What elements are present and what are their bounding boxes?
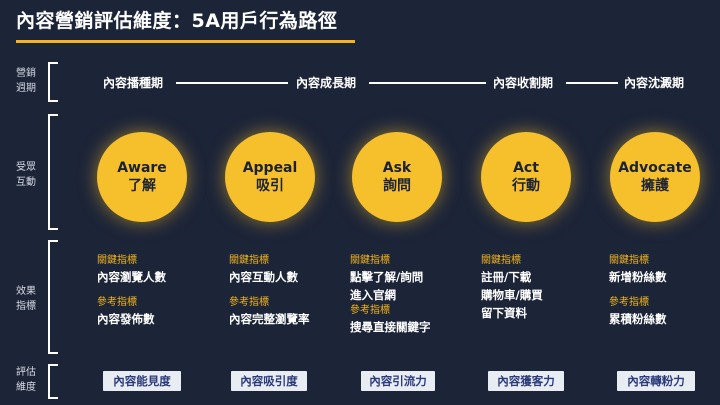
key-metric-item: 留下資料	[481, 306, 527, 320]
metrics-aware: 關鍵指標 內容瀏覽人數 參考指標 內容發佈數	[97, 254, 215, 328]
circle-en-label: Aware	[117, 160, 167, 176]
stage-connector-3	[566, 82, 618, 84]
metrics-ask: 關鍵指標 點擊了解/詢問 進入官網 參考指標 搜尋直接關鍵字	[350, 254, 468, 336]
stage-retention: 內容沈澱期	[624, 76, 685, 90]
stage-circle-appeal: Appeal 吸引	[225, 132, 315, 222]
key-metric-label: 關鍵指標	[97, 255, 137, 266]
ref-metric-item: 內容發佈數	[97, 312, 155, 326]
ref-metric-label: 參考指標	[609, 297, 649, 308]
eval-visibility: 內容能見度	[103, 371, 181, 391]
key-metric-item: 購物車/購買	[481, 288, 543, 302]
row-label-interaction-line1: 受眾	[16, 162, 36, 173]
bracket-interaction	[48, 114, 58, 230]
bracket-cycle	[48, 62, 58, 102]
key-metric-label: 關鍵指標	[350, 255, 390, 266]
circle-zh-label: 擁護	[641, 178, 669, 194]
stage-connector-1	[176, 82, 288, 84]
ref-metric-item: 累積粉絲數	[609, 312, 667, 326]
circle-zh-label: 詢問	[383, 178, 411, 194]
eval-conversion: 內容轉粉力	[617, 371, 695, 391]
row-label-interaction: 受眾 互動	[8, 160, 44, 190]
eval-acquisition: 內容獲客力	[488, 371, 564, 391]
stage-circle-aware: Aware 了解	[97, 132, 187, 222]
stage-seeding: 內容播種期	[103, 76, 164, 90]
ref-metric-label: 參考指標	[350, 305, 390, 316]
stage-circle-ask: Ask 詢問	[352, 132, 442, 222]
circle-en-label: Advocate	[618, 160, 692, 176]
metrics-act: 關鍵指標 註冊/下載 購物車/購買 留下資料	[481, 254, 599, 322]
key-metric-item: 註冊/下載	[481, 270, 532, 284]
key-metric-item: 進入官網	[350, 288, 396, 302]
row-label-evaluation-line2: 維度	[16, 382, 36, 393]
key-metric-item: 新增粉絲數	[609, 270, 667, 284]
metrics-advocate: 關鍵指標 新增粉絲數 參考指標 累積粉絲數	[609, 254, 720, 328]
title-underline	[16, 40, 355, 43]
row-label-interaction-line2: 互動	[16, 177, 36, 188]
ref-metric-label: 參考指標	[229, 297, 269, 308]
row-label-effect-line2: 指標	[16, 301, 36, 312]
ref-metric-item: 搜尋直接關鍵字	[350, 320, 431, 334]
stage-connector-2	[369, 82, 486, 84]
ref-metric-label: 參考指標	[97, 297, 137, 308]
ref-metric-item: 內容完整瀏覽率	[229, 312, 310, 326]
row-label-cycle-line1: 營銷	[16, 68, 36, 79]
key-metric-label: 關鍵指標	[229, 255, 269, 266]
row-label-effect: 效果 指標	[8, 284, 44, 314]
key-metric-label: 關鍵指標	[609, 255, 649, 266]
key-metric-item: 點擊了解/詢問	[350, 270, 424, 284]
eval-traffic: 內容引流力	[361, 371, 435, 391]
metrics-appeal: 關鍵指標 內容互動人數 參考指標 內容完整瀏覽率	[229, 254, 347, 328]
circle-zh-label: 吸引	[256, 178, 284, 194]
key-metric-item: 內容瀏覽人數	[97, 270, 166, 284]
row-label-evaluation-line1: 評估	[16, 367, 36, 378]
key-metric-label: 關鍵指標	[481, 255, 521, 266]
row-label-effect-line1: 效果	[16, 286, 36, 297]
eval-attraction: 內容吸引度	[231, 371, 307, 391]
circle-en-label: Appeal	[242, 160, 298, 176]
row-label-cycle: 營銷 週期	[8, 66, 44, 96]
row-label-cycle-line2: 週期	[16, 83, 36, 94]
circle-en-label: Ask	[382, 160, 412, 176]
key-metric-item: 內容互動人數	[229, 270, 298, 284]
stage-circle-act: Act 行動	[481, 132, 571, 222]
circle-en-label: Act	[513, 160, 539, 176]
bracket-evaluation	[48, 364, 58, 399]
circle-zh-label: 行動	[512, 178, 540, 194]
row-label-evaluation: 評估 維度	[8, 365, 44, 395]
bracket-effect	[48, 240, 58, 354]
stage-circle-advocate: Advocate 擁護	[610, 132, 700, 222]
stage-harvest: 內容收割期	[493, 76, 554, 90]
circle-zh-label: 了解	[128, 178, 156, 194]
page-title: 內容營銷評估維度：5A用戶行為路徑	[16, 10, 338, 32]
stage-growth: 內容成長期	[296, 76, 357, 90]
